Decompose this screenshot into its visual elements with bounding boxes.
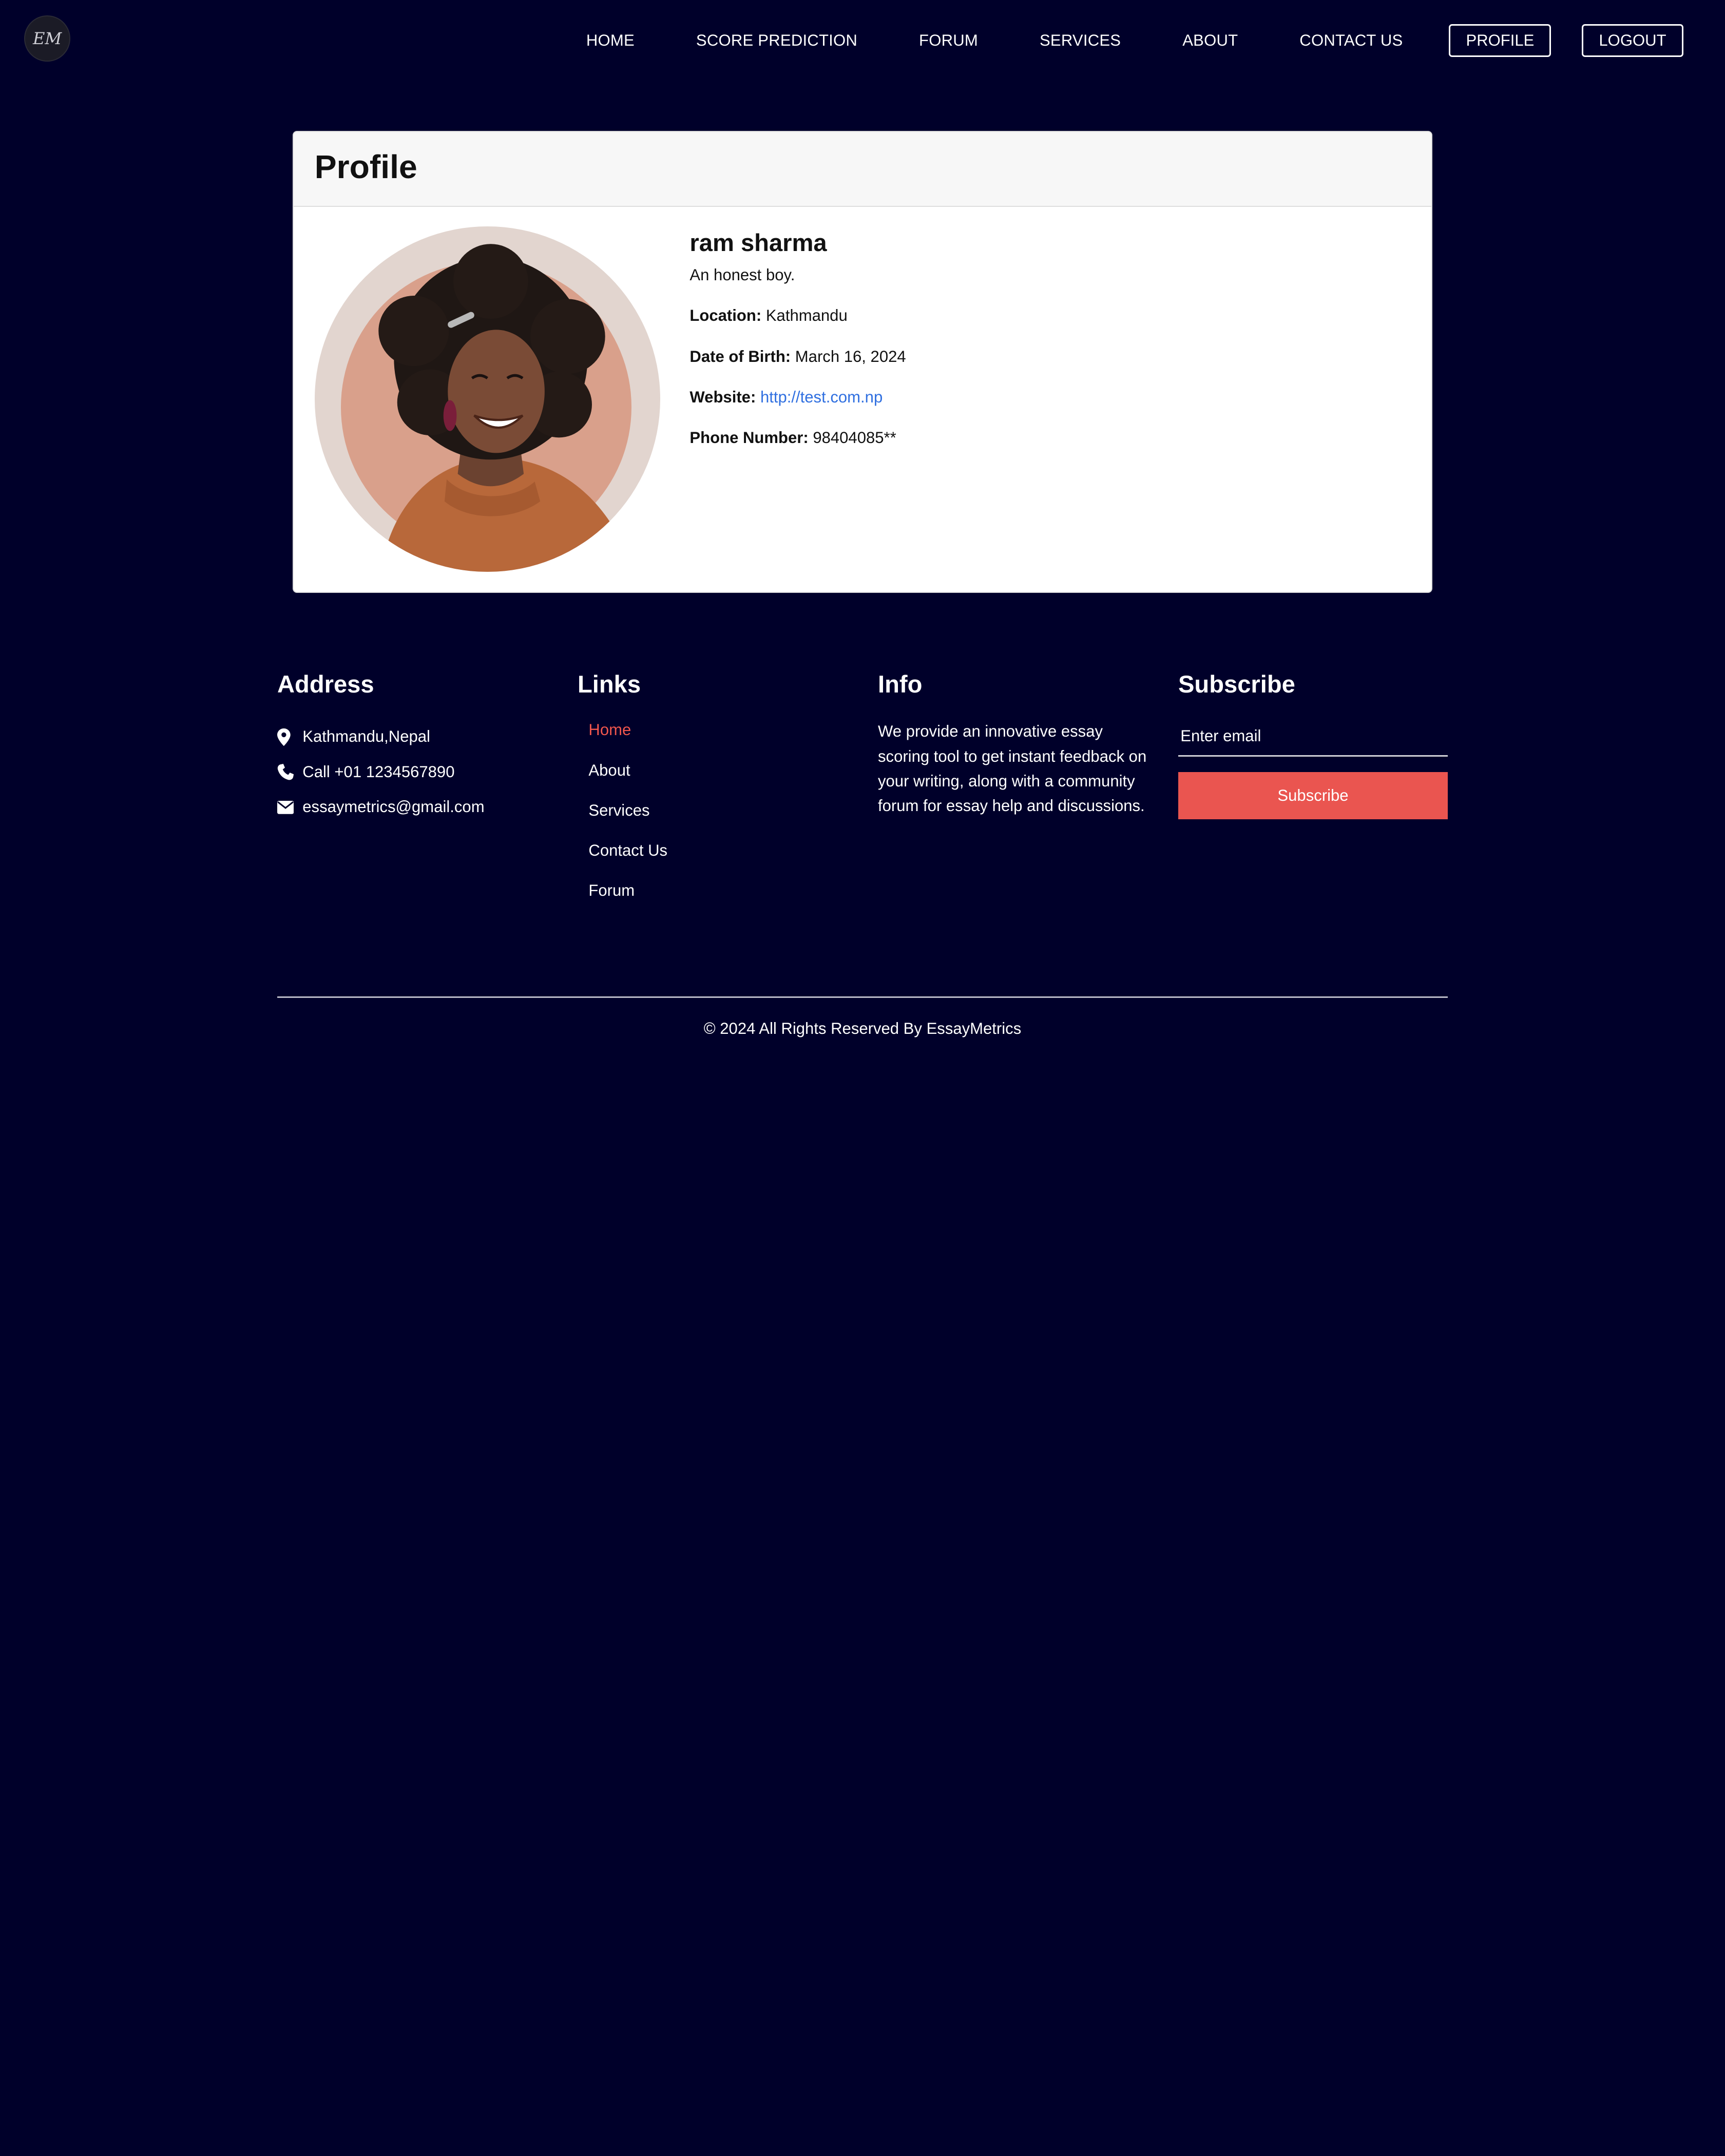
- footer-link-home[interactable]: Home: [588, 719, 667, 741]
- person-portrait-image: [378, 244, 628, 572]
- footer-phone: Call +01 1234567890: [277, 761, 485, 783]
- footer-info-text: We provide an innovative essay scoring t…: [878, 722, 1147, 815]
- website-link[interactable]: http://test.com.np: [760, 388, 883, 406]
- profile-bio: An honest boy.: [689, 265, 795, 284]
- footer-link-contact-us[interactable]: Contact Us: [588, 840, 667, 862]
- footer-link-forum[interactable]: Forum: [588, 880, 667, 902]
- dob-label: Date of Birth:: [689, 347, 791, 365]
- location-label: Location:: [689, 306, 762, 325]
- location-value: Kathmandu: [765, 306, 848, 325]
- profile-name: ram sharma: [689, 229, 827, 257]
- essaymetrics-logo[interactable]: EM: [24, 15, 71, 62]
- logout-button[interactable]: LOGOUT: [1582, 24, 1683, 57]
- phone-icon: [277, 763, 299, 781]
- nav-contact-us-link[interactable]: CONTACT US: [1299, 24, 1403, 57]
- profile-location-row: Location: Kathmandu: [689, 303, 906, 328]
- profile-card: Profile ram sharma An honest boy. Locati…: [293, 130, 1432, 593]
- profile-website-row: Website: http://test.com.np: [689, 385, 906, 409]
- dob-value: March 16, 2024: [795, 347, 906, 365]
- footer-link-services[interactable]: Services: [588, 800, 667, 822]
- website-label: Website:: [689, 388, 756, 406]
- top-navbar: EM HOME SCORE PREDICTION FORUM SERVICES …: [0, 0, 1725, 82]
- nav-about-link[interactable]: ABOUT: [1182, 24, 1238, 57]
- footer-links-title: Links: [578, 670, 641, 698]
- footer-address-column: Address Kathmandu,Nepal Call +01 1234567…: [277, 667, 485, 819]
- footer-address-title: Address: [277, 670, 374, 698]
- footer-email-text: essaymetrics@gmail.com: [302, 798, 485, 816]
- footer-location-text: Kathmandu,Nepal: [302, 727, 430, 746]
- map-pin-icon: [277, 728, 299, 746]
- footer-location: Kathmandu,Nepal: [277, 726, 485, 748]
- footer-email: essaymetrics@gmail.com: [277, 796, 485, 818]
- profile-button[interactable]: PROFILE: [1449, 24, 1551, 57]
- phone-label: Phone Number:: [689, 429, 809, 447]
- profile-dob-row: Date of Birth: March 16, 2024: [689, 344, 906, 369]
- page-title: Profile: [314, 148, 417, 185]
- envelope-icon: [277, 799, 299, 816]
- footer-info-column: Info We provide an innovative essay scor…: [878, 667, 1153, 819]
- subscribe-email-input[interactable]: [1178, 717, 1448, 757]
- footer-subscribe-column: Subscribe Subscribe: [1178, 667, 1448, 820]
- footer-links-column: Links Home About Services Contact Us For…: [578, 667, 667, 902]
- profile-info: ram sharma An honest boy. Location: Kath…: [689, 226, 906, 450]
- footer-phone-text: Call +01 1234567890: [302, 762, 455, 781]
- profile-avatar: [314, 226, 660, 572]
- nav-score-prediction-link[interactable]: SCORE PREDICTION: [696, 24, 857, 57]
- copyright-text: © 2024 All Rights Reserved By EssayMetri…: [703, 1019, 1022, 1038]
- nav-links: HOME SCORE PREDICTION FORUM SERVICES ABO…: [586, 24, 1683, 57]
- subscribe-button[interactable]: Subscribe: [1178, 772, 1448, 820]
- profile-card-header: Profile: [294, 131, 1431, 207]
- profile-card-body: ram sharma An honest boy. Location: Kath…: [294, 207, 1431, 592]
- phone-value: 98404085**: [813, 429, 896, 447]
- footer-divider: [277, 996, 1448, 998]
- profile-phone-row: Phone Number: 98404085**: [689, 426, 906, 450]
- nav-forum-link[interactable]: FORUM: [919, 24, 978, 57]
- footer-link-about[interactable]: About: [588, 760, 667, 782]
- footer-subscribe-title: Subscribe: [1178, 670, 1295, 698]
- nav-services-link[interactable]: SERVICES: [1040, 24, 1121, 57]
- footer-info-title: Info: [878, 670, 923, 698]
- nav-home-link[interactable]: HOME: [586, 24, 635, 57]
